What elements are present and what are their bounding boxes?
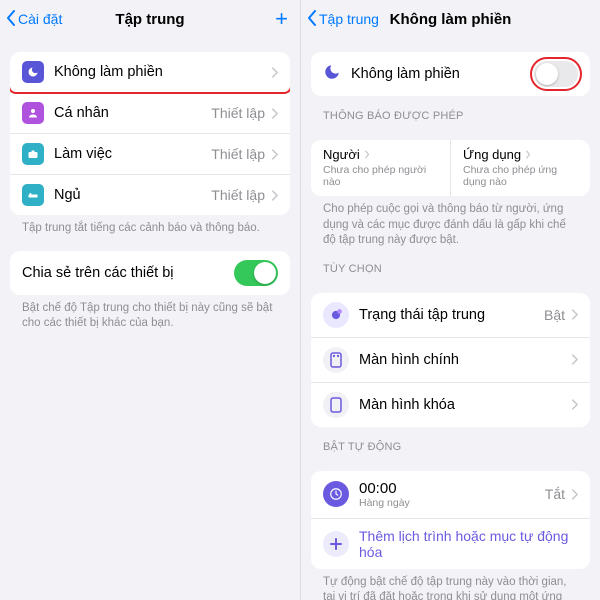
chevron-right-icon (571, 489, 578, 500)
moon-icon (22, 61, 44, 83)
apps-label: Ứng dụng (463, 147, 521, 162)
dnd-label: Không làm phiền (351, 66, 534, 82)
auto-footer: Tự động bật chế độ tập trung này vào thờ… (311, 569, 590, 600)
chevron-right-icon (571, 309, 578, 320)
focus-row-value: Thiết lập (211, 105, 265, 121)
schedule-time: 00:00 (359, 480, 545, 497)
navbar: Tập trung Không làm phiền (301, 0, 600, 38)
back-label: Tập trung (319, 11, 379, 27)
chevron-right-icon (571, 354, 578, 365)
auto-group: 00:00 Hàng ngày Tắt Thêm lịch trình hoặc… (311, 471, 590, 569)
back-button[interactable]: Tập trung (307, 10, 379, 29)
add-focus-button[interactable]: + (275, 8, 288, 30)
chevron-right-icon (271, 190, 278, 201)
allowed-footer: Cho phép cuộc gọi và thông báo từ người,… (311, 196, 590, 249)
page-title: Không làm phiền (390, 11, 512, 28)
share-toggle[interactable] (234, 260, 278, 286)
option-lock-screen[interactable]: Màn hình khóa (311, 382, 590, 427)
chevron-right-icon (271, 67, 278, 78)
dnd-detail-screen: Tập trung Không làm phiền Không làm phiề… (300, 0, 600, 600)
page-title: Tập trung (115, 11, 184, 28)
moon-icon (323, 63, 341, 85)
focus-row-dnd[interactable]: Không làm phiền (10, 52, 290, 92)
add-schedule-row[interactable]: Thêm lịch trình hoặc mục tự động hóa (311, 518, 590, 569)
add-schedule-label: Thêm lịch trình hoặc mục tự động hóa (359, 528, 578, 560)
bed-icon (22, 184, 44, 206)
focus-row-value: Thiết lập (211, 146, 265, 162)
focus-footer: Tập trung tắt tiếng các cảnh báo và thôn… (10, 215, 290, 237)
allowed-people-cell[interactable]: Người Chưa cho phép người nào (311, 140, 450, 196)
chevron-right-icon (571, 399, 578, 410)
focus-row-work[interactable]: Làm việc Thiết lập (10, 133, 290, 174)
clock-icon (323, 481, 349, 507)
chevron-left-icon (307, 10, 317, 29)
focus-row-label: Ngủ (54, 187, 211, 203)
schedule-row[interactable]: 00:00 Hàng ngày Tắt (311, 471, 590, 518)
option-home-screen[interactable]: Màn hình chính (311, 337, 590, 382)
people-label: Người (323, 147, 360, 162)
share-across-devices-row[interactable]: Chia sẻ trên các thiết bị (10, 251, 290, 295)
chevron-right-icon (521, 147, 531, 162)
option-value: Bật (544, 307, 565, 323)
option-label: Màn hình chính (359, 352, 571, 368)
focus-row-value: Thiết lập (211, 187, 265, 203)
share-label: Chia sẻ trên các thiết bị (22, 265, 234, 281)
focus-status-icon (323, 302, 349, 328)
focus-list-screen: Cài đặt Tập trung + Không làm phiền (0, 0, 300, 600)
focus-modes-group: Không làm phiền Cá nhân Thiết lập (10, 52, 290, 215)
lock-screen-icon (323, 392, 349, 418)
options-group: Trạng thái tập trung Bật Màn hình chính … (311, 293, 590, 427)
options-section-header: TÙY CHỌN (311, 249, 590, 279)
allowed-group: Người Chưa cho phép người nào Ứng dụng C… (311, 140, 590, 196)
back-button[interactable]: Cài đặt (6, 10, 62, 29)
home-screen-icon (323, 347, 349, 373)
focus-row-label: Cá nhân (54, 105, 211, 121)
schedule-sub: Hàng ngày (359, 497, 545, 509)
back-label: Cài đặt (18, 11, 62, 27)
chevron-right-icon (271, 149, 278, 160)
share-footer: Bật chế độ Tập trung cho thiết bị này cũ… (10, 295, 290, 332)
share-group: Chia sẻ trên các thiết bị (10, 251, 290, 295)
option-focus-status[interactable]: Trạng thái tập trung Bật (311, 293, 590, 337)
focus-row-label: Làm việc (54, 146, 211, 162)
focus-row-label: Không làm phiền (54, 64, 271, 80)
briefcase-icon (22, 143, 44, 165)
dnd-toggle-row[interactable]: Không làm phiền (311, 52, 590, 96)
plus-icon (323, 531, 349, 557)
chevron-right-icon (271, 108, 278, 119)
chevron-left-icon (6, 10, 16, 29)
schedule-value: Tắt (545, 486, 565, 502)
auto-section-header: BẬT TỰ ĐỘNG (311, 427, 590, 457)
navbar: Cài đặt Tập trung + (0, 0, 300, 38)
focus-row-sleep[interactable]: Ngủ Thiết lập (10, 174, 290, 215)
person-icon (22, 102, 44, 124)
people-sub: Chưa cho phép người nào (323, 164, 438, 188)
option-label: Màn hình khóa (359, 397, 571, 413)
allowed-section-header: THÔNG BÁO ĐƯỢC PHÉP (311, 96, 590, 126)
allowed-apps-cell[interactable]: Ứng dụng Chưa cho phép ứng dụng nào (450, 140, 590, 196)
focus-row-personal[interactable]: Cá nhân Thiết lập (10, 92, 290, 133)
dnd-toggle-group: Không làm phiền (311, 52, 590, 96)
dnd-toggle[interactable] (534, 61, 578, 87)
option-label: Trạng thái tập trung (359, 307, 544, 323)
chevron-right-icon (360, 147, 370, 162)
apps-sub: Chưa cho phép ứng dụng nào (463, 164, 578, 188)
